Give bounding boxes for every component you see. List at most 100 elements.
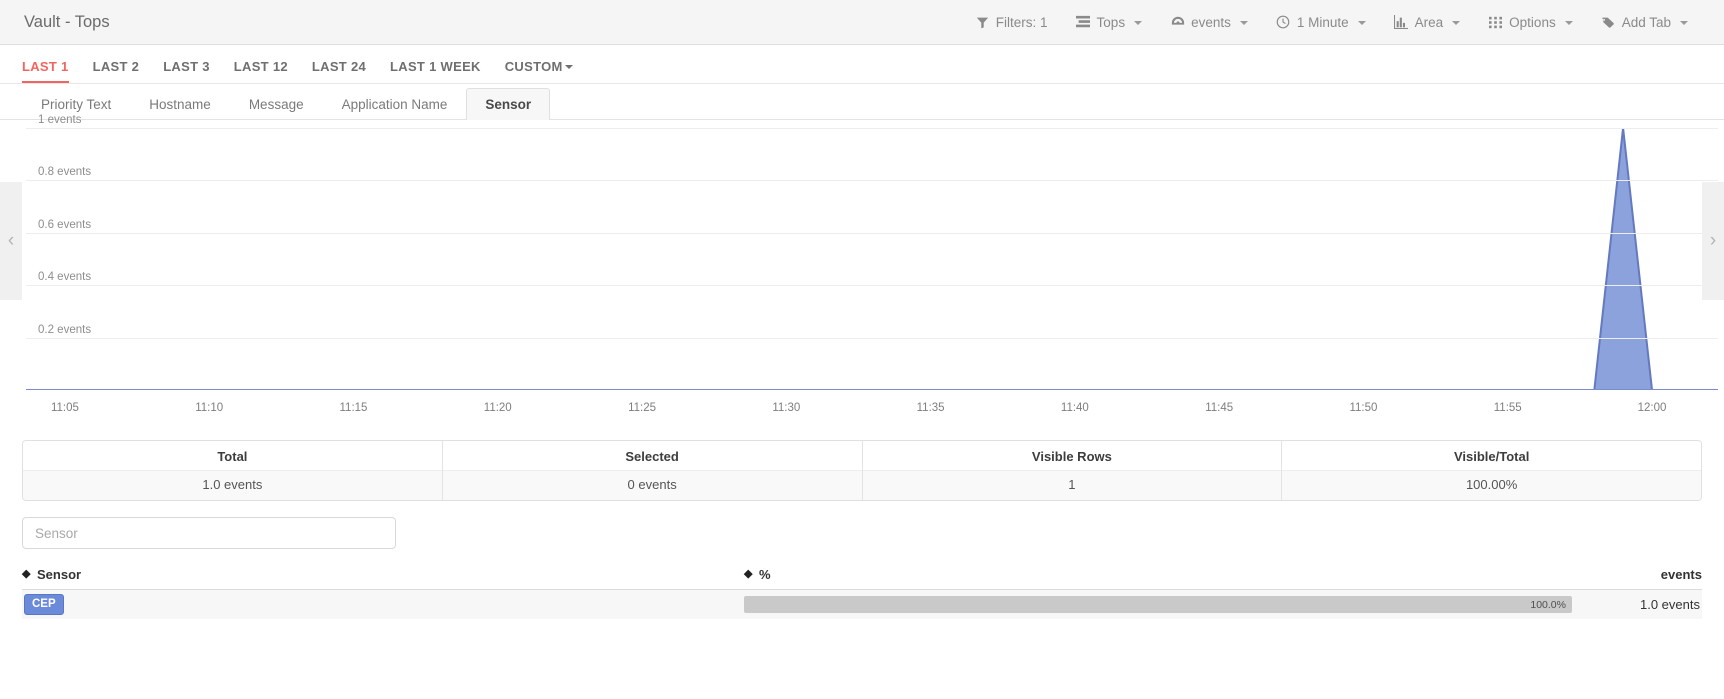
- chart-x-axis-label: 11:25: [628, 402, 656, 414]
- stat-selected: Selected 0 events: [442, 441, 863, 500]
- time-range-label: LAST 12: [233, 59, 288, 74]
- time-range-last-12[interactable]: LAST 12: [234, 59, 288, 83]
- table-row[interactable]: CEP 100.0% 1.0 events: [22, 590, 1702, 619]
- app-header: Vault - Tops Filters: 1 Tops events 1 Mi…: [0, 0, 1724, 45]
- field-tabs: Priority Text Hostname Message Applicati…: [0, 84, 1724, 120]
- chart-x-axis-label: 11:35: [916, 402, 945, 414]
- chart-next-page-button[interactable]: ›: [1702, 182, 1724, 300]
- grid-icon: [1488, 15, 1503, 30]
- chart-line: [36, 128, 1681, 390]
- chart-y-axis-label: 0.8 events: [38, 166, 92, 179]
- column-header-percent-label: %: [759, 567, 771, 582]
- cell-sensor: CEP: [22, 594, 744, 615]
- chart-x-axis-label: 11:40: [1060, 402, 1089, 414]
- time-range-tabs: LAST 1 LAST 2 LAST 3 LAST 12 LAST 24 LAS…: [0, 45, 1724, 84]
- time-range-last-1-week[interactable]: LAST 1 WEEK: [390, 59, 481, 83]
- percent-bar: 100.0%: [744, 596, 1572, 613]
- time-range-last-1[interactable]: LAST 1: [22, 59, 69, 83]
- chevron-down-icon: [1134, 21, 1143, 25]
- toolbar-events-dropdown[interactable]: events: [1156, 9, 1262, 36]
- chart-x-axis-label: 11:55: [1493, 402, 1522, 414]
- toolbar-charttype-dropdown[interactable]: Area: [1380, 9, 1475, 36]
- chevron-down-icon: [1680, 21, 1688, 25]
- search-row: [0, 501, 1724, 549]
- sort-icon: ◆: [22, 568, 31, 580]
- percent-bar-label: 100.0%: [1530, 598, 1566, 611]
- chevron-down-icon: [1239, 21, 1248, 25]
- events-area-chart: ‹ › 1 events 0.8 events 0.6 events 0.4 even…: [0, 114, 1724, 430]
- toolbar-filters-button[interactable]: Filters: 1: [961, 9, 1062, 36]
- time-range-label: CUSTOM: [504, 59, 563, 74]
- chart-gridline: [26, 180, 1718, 182]
- column-header-sensor-label: Sensor: [37, 567, 82, 582]
- toolbar-charttype-label: Area: [1414, 14, 1444, 30]
- gauge-icon: [1170, 15, 1185, 30]
- chart-x-axis-label: 12:00: [1637, 402, 1667, 414]
- page-title: Vault - Tops: [24, 12, 110, 31]
- tab-message[interactable]: Message: [230, 88, 323, 120]
- field-tab-label: Message: [248, 97, 304, 112]
- time-range-last-2[interactable]: LAST 2: [93, 59, 140, 83]
- chart-prev-page-button[interactable]: ‹: [0, 182, 22, 300]
- stat-visible-total-title: Visible/Total: [1282, 441, 1701, 470]
- stat-visible-total: Visible/Total 100.00%: [1282, 441, 1701, 500]
- tab-sensor[interactable]: Sensor: [466, 88, 551, 120]
- chart-x-axis-label: 11:10: [195, 402, 224, 414]
- toolbar-add-tab-label: Add Tab: [1621, 14, 1671, 30]
- toolbar-tops-label: Tops: [1096, 14, 1126, 30]
- toolbar-add-tab-dropdown[interactable]: Add Tab: [1587, 9, 1702, 36]
- table-header-row: ◆ Sensor ◆ % events: [22, 567, 1702, 590]
- sensor-tag[interactable]: CEP: [24, 594, 64, 615]
- bar-chart-icon: [1394, 15, 1409, 30]
- chevron-down-icon: [1564, 21, 1573, 25]
- stat-visible-rows: Visible Rows 1: [862, 441, 1283, 500]
- stat-selected-value: 0 events: [442, 470, 862, 500]
- chart-x-axis-label: 11:20: [483, 402, 512, 414]
- chevron-left-icon: ‹: [7, 230, 15, 251]
- chevron-down-icon: [1452, 21, 1461, 25]
- chart-plot-area: 1 events 0.8 events 0.6 events 0.4 events 0.…: [26, 114, 1718, 390]
- chart-x-axis-line: [26, 388, 1718, 390]
- chart-series-svg: [35, 128, 1681, 390]
- chart-x-axis-labels: 11:05 11:10 11:15 11:20 11:25 11:30 11:35 11:40…: [26, 402, 1718, 418]
- stat-visible-rows-value: 1: [862, 470, 1282, 500]
- toolbar-interval-dropdown[interactable]: 1 Minute: [1262, 9, 1380, 36]
- column-header-percent[interactable]: ◆ %: [744, 567, 1582, 582]
- toolbar-events-label: events: [1191, 14, 1231, 30]
- summary-stats: Total 1.0 events Selected 0 events Visib…: [22, 440, 1702, 501]
- column-header-sensor[interactable]: ◆ Sensor: [22, 567, 744, 582]
- toolbar-filters-label: Filters: 1: [995, 14, 1048, 30]
- chart-gridline: [26, 128, 1718, 129]
- field-tab-label: Priority Text: [41, 97, 112, 112]
- search-input[interactable]: [22, 517, 396, 549]
- chart-gridline: [26, 337, 1718, 339]
- toolbar-options-dropdown[interactable]: Options: [1474, 9, 1587, 36]
- chart-y-axis-label: 0.4 events: [38, 271, 92, 284]
- toolbar-tops-dropdown[interactable]: Tops: [1062, 9, 1157, 36]
- chart-y-axis-label: 0.2 events: [38, 323, 92, 336]
- cell-events: 1.0 events: [1640, 597, 1700, 612]
- chart-x-axis-label: 11:45: [1205, 402, 1234, 414]
- tab-application-name[interactable]: Application Name: [323, 88, 467, 120]
- time-range-label: LAST 1: [22, 59, 69, 74]
- field-tab-label: Sensor: [485, 97, 532, 112]
- filter-icon: [975, 15, 990, 30]
- time-range-last-3[interactable]: LAST 3: [163, 59, 210, 83]
- tab-hostname[interactable]: Hostname: [130, 88, 230, 120]
- field-tab-label: Application Name: [341, 97, 448, 112]
- chart-x-axis-label: 11:05: [50, 402, 79, 414]
- chevron-down-icon: [564, 64, 573, 69]
- chart-x-axis-label: 11:15: [339, 402, 368, 414]
- time-range-custom[interactable]: CUSTOM: [505, 59, 573, 83]
- header-toolbar: Filters: 1 Tops events 1 Minute Area Opt…: [961, 9, 1702, 36]
- time-range-last-24[interactable]: LAST 24: [312, 59, 366, 83]
- chart-x-axis-label: 11:30: [772, 402, 801, 414]
- cell-percent: 100.0%: [744, 596, 1582, 613]
- chart-area-fill: [35, 128, 1681, 390]
- tab-priority-text[interactable]: Priority Text: [22, 88, 130, 120]
- time-range-label: LAST 3: [163, 59, 210, 74]
- time-range-label: LAST 2: [92, 59, 140, 74]
- list-icon: [1076, 15, 1091, 30]
- toolbar-options-label: Options: [1509, 14, 1556, 30]
- chart-gridline: [26, 232, 1718, 234]
